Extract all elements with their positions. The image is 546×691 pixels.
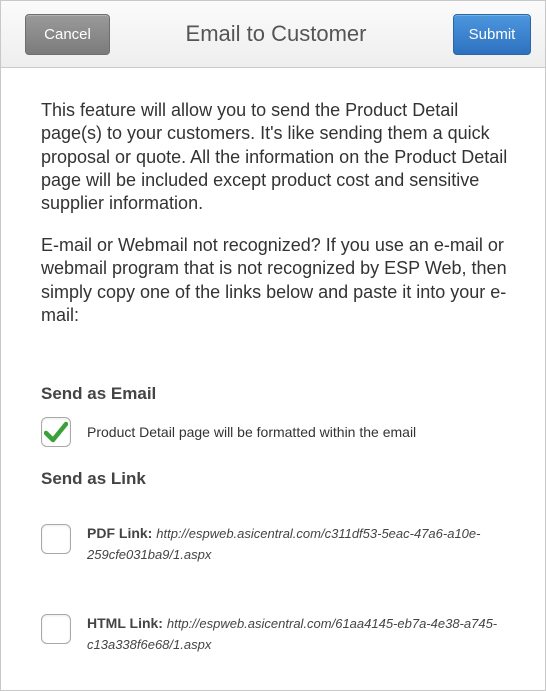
send-as-email-heading: Send as Email: [41, 384, 157, 403]
pdf-link-checkbox[interactable]: [41, 524, 71, 554]
submit-button[interactable]: Submit: [453, 14, 531, 55]
html-link-checkbox[interactable]: [41, 614, 71, 644]
intro-paragraph: This feature will allow you to send the …: [41, 100, 508, 214]
send-email-option[interactable]: Product Detail page will be formatted wi…: [41, 417, 416, 447]
pdf-link-label: PDF Link:: [87, 525, 153, 541]
cancel-button[interactable]: Cancel: [25, 14, 110, 55]
page-title: Email to Customer: [185, 21, 367, 46]
send-email-option-label: Product Detail page will be formatted wi…: [87, 424, 417, 440]
html-link-label: HTML Link:: [87, 615, 163, 631]
html-link-option[interactable]: HTML Link: http://espweb.asicentral.com/…: [41, 614, 517, 655]
pdf-link-option[interactable]: PDF Link: http://espweb.asicentral.com/c…: [41, 524, 517, 565]
checkmark-icon: [44, 421, 68, 443]
dialog-content: This feature will allow you to send the …: [41, 99, 521, 652]
email-to-customer-dialog: Cancel Email to Customer Submit This fea…: [0, 0, 546, 691]
send-as-link-heading: Send as Link: [41, 469, 146, 488]
webmail-paragraph: E-mail or Webmail not recognized? If you…: [41, 235, 507, 325]
html-link-text: HTML Link: http://espweb.asicentral.com/…: [87, 613, 517, 655]
pdf-link-text: PDF Link: http://espweb.asicentral.com/c…: [87, 523, 517, 565]
send-email-checkbox[interactable]: [41, 417, 71, 447]
navigation-bar: Cancel Email to Customer Submit: [1, 1, 545, 68]
